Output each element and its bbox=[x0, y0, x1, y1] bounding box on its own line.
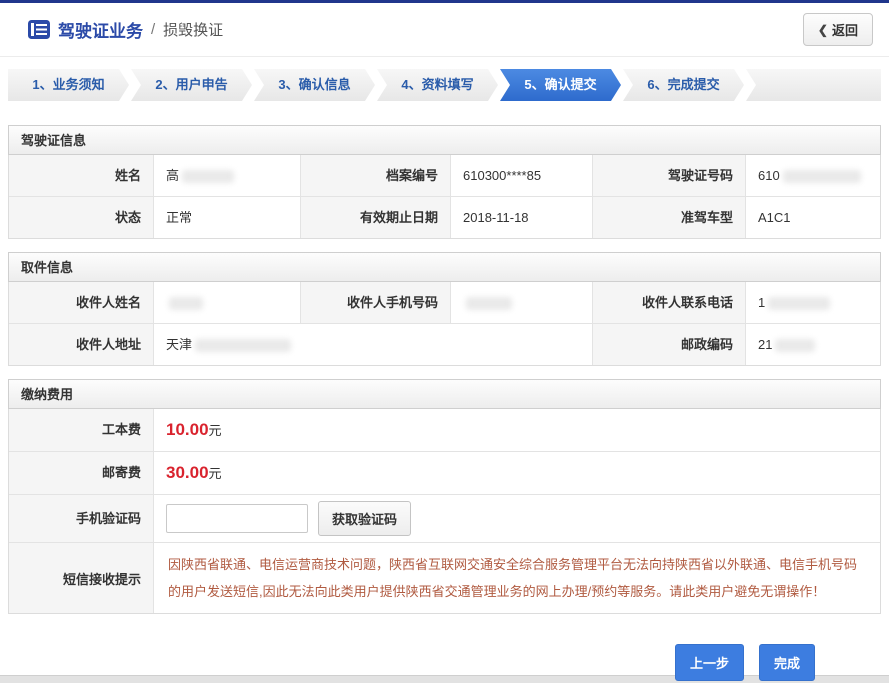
step-wizard: 1、业务须知 2、用户申告 3、确认信息 4、资料填写 5、确认提交 6、完成提… bbox=[8, 69, 881, 101]
table-row: 工本费 10.00元 bbox=[9, 409, 880, 451]
redacted-value bbox=[775, 339, 815, 352]
table-row: 状态 正常 有效期止日期 2018-11-18 准驾车型 A1C1 bbox=[9, 196, 880, 238]
field-value-name: 高 bbox=[153, 155, 300, 196]
field-label-status: 状态 bbox=[9, 196, 153, 238]
table-row: 姓名 高 档案编号 610300****85 驾驶证号码 610 bbox=[9, 155, 880, 196]
page-content: 驾驶证信息 姓名 高 档案编号 610300****85 驾驶证号码 610 状… bbox=[0, 125, 889, 681]
field-label-production-fee: 工本费 bbox=[9, 409, 153, 451]
sms-code-input[interactable] bbox=[166, 504, 308, 533]
form-actions: 上一步 完成 bbox=[8, 644, 881, 681]
breadcrumb-separator: / bbox=[151, 21, 155, 38]
step-4-fill-data: 4、资料填写 bbox=[377, 69, 498, 101]
section-title: 缴纳费用 bbox=[8, 379, 881, 409]
field-value-license-number: 610 bbox=[745, 155, 880, 196]
redacted-value bbox=[182, 170, 234, 183]
step-1-business-notice: 1、业务须知 bbox=[8, 69, 129, 101]
field-value-recipient-name bbox=[153, 282, 300, 323]
step-wizard-tail bbox=[746, 69, 881, 101]
field-value-file-number: 610300****85 bbox=[450, 155, 592, 196]
field-value-vehicle-class: A1C1 bbox=[745, 196, 880, 238]
back-button-label: 返回 bbox=[832, 20, 858, 39]
field-label-file-number: 档案编号 bbox=[300, 155, 450, 196]
pickup-info-table: 收件人姓名 收件人手机号码 收件人联系电话 1 收件人地址 天津 邮政编码 21 bbox=[8, 282, 881, 366]
field-label-sms-notice: 短信接收提示 bbox=[9, 542, 153, 613]
section-fees: 缴纳费用 工本费 10.00元 邮寄费 30.00元 手机验证码 获取验证码 bbox=[8, 379, 881, 614]
field-label-recipient-mobile: 收件人手机号码 bbox=[300, 282, 450, 323]
field-value-production-fee: 10.00元 bbox=[153, 409, 880, 451]
redacted-value bbox=[169, 297, 203, 310]
main-panel: 驾驶证业务 / 损毁换证 ❮ 返回 1、业务须知 2、用户申告 3、确认信息 4… bbox=[0, 0, 889, 676]
table-row: 收件人姓名 收件人手机号码 收件人联系电话 1 bbox=[9, 282, 880, 323]
fee-amount: 30.00 bbox=[166, 463, 209, 482]
page-subtitle: 损毁换证 bbox=[163, 19, 223, 40]
step-5-confirm-submit: 5、确认提交 bbox=[500, 69, 621, 101]
breadcrumb: 驾驶证业务 / 损毁换证 bbox=[28, 17, 223, 42]
field-label-sms-code: 手机验证码 bbox=[9, 494, 153, 542]
fee-unit: 元 bbox=[209, 423, 222, 438]
field-label-mailing-fee: 邮寄费 bbox=[9, 451, 153, 494]
field-label-postal-code: 邮政编码 bbox=[592, 323, 745, 365]
field-value-mailing-fee: 30.00元 bbox=[153, 451, 880, 494]
field-value-recipient-address: 天津 bbox=[153, 323, 592, 365]
fee-amount: 10.00 bbox=[166, 420, 209, 439]
license-info-table: 姓名 高 档案编号 610300****85 驾驶证号码 610 状态 正常 有… bbox=[8, 155, 881, 239]
fee-unit: 元 bbox=[209, 466, 222, 481]
section-license-info: 驾驶证信息 姓名 高 档案编号 610300****85 驾驶证号码 610 状… bbox=[8, 125, 881, 239]
field-label-recipient-address: 收件人地址 bbox=[9, 323, 153, 365]
field-value-recipient-mobile bbox=[450, 282, 592, 323]
finish-button[interactable]: 完成 bbox=[759, 644, 815, 681]
field-label-name: 姓名 bbox=[9, 155, 153, 196]
field-value-recipient-phone: 1 bbox=[745, 282, 880, 323]
table-row: 短信接收提示 因陕西省联通、电信运营商技术问题，陕西省互联网交通安全综合服务管理… bbox=[9, 542, 880, 613]
redacted-value bbox=[768, 297, 830, 310]
field-label-expiry-date: 有效期止日期 bbox=[300, 196, 450, 238]
table-row: 收件人地址 天津 邮政编码 21 bbox=[9, 323, 880, 365]
chevron-left-icon: ❮ bbox=[818, 23, 828, 37]
step-6-finish-submit: 6、完成提交 bbox=[623, 69, 744, 101]
get-sms-code-button[interactable]: 获取验证码 bbox=[318, 501, 411, 536]
field-label-recipient-name: 收件人姓名 bbox=[9, 282, 153, 323]
redacted-value bbox=[466, 297, 512, 310]
step-3-confirm-info: 3、确认信息 bbox=[254, 69, 375, 101]
page-header: 驾驶证业务 / 损毁换证 ❮ 返回 bbox=[0, 3, 889, 57]
field-label-recipient-phone: 收件人联系电话 bbox=[592, 282, 745, 323]
sms-notice-text: 因陕西省联通、电信运营商技术问题，陕西省互联网交通安全综合服务管理平台无法向持陕… bbox=[153, 542, 880, 613]
fees-table: 工本费 10.00元 邮寄费 30.00元 手机验证码 获取验证码 短信接收提示 bbox=[8, 409, 881, 614]
field-label-vehicle-class: 准驾车型 bbox=[592, 196, 745, 238]
previous-step-button[interactable]: 上一步 bbox=[675, 644, 744, 681]
section-title: 驾驶证信息 bbox=[8, 125, 881, 155]
field-label-license-number: 驾驶证号码 bbox=[592, 155, 745, 196]
page-title: 驾驶证业务 bbox=[58, 17, 143, 42]
field-value-postal-code: 21 bbox=[745, 323, 880, 365]
field-value-expiry-date: 2018-11-18 bbox=[450, 196, 592, 238]
redacted-value bbox=[195, 339, 291, 352]
redacted-value bbox=[783, 170, 861, 183]
field-value-status: 正常 bbox=[153, 196, 300, 238]
license-list-icon bbox=[28, 20, 50, 39]
table-row: 邮寄费 30.00元 bbox=[9, 451, 880, 494]
section-title: 取件信息 bbox=[8, 252, 881, 282]
table-row: 手机验证码 获取验证码 bbox=[9, 494, 880, 542]
step-2-user-declaration: 2、用户申告 bbox=[131, 69, 252, 101]
section-pickup-info: 取件信息 收件人姓名 收件人手机号码 收件人联系电话 1 收件人地址 天津 邮政… bbox=[8, 252, 881, 366]
sms-code-field-group: 获取验证码 bbox=[153, 494, 880, 542]
back-button[interactable]: ❮ 返回 bbox=[803, 13, 873, 46]
